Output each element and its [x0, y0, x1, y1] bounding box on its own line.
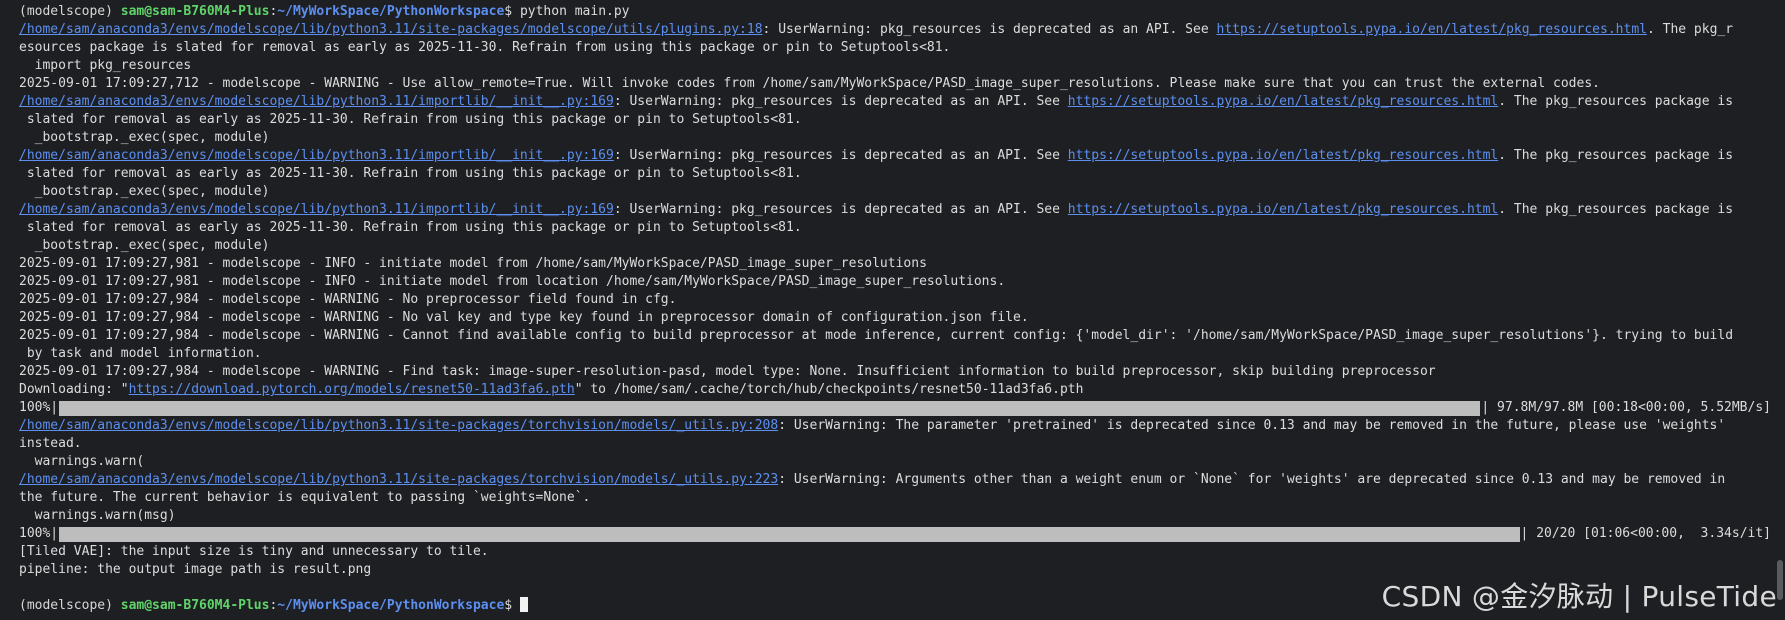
file-link[interactable]: /home/sam/anaconda3/envs/modelscope/lib/…: [19, 148, 614, 163]
output-line: /home/sam/anaconda3/envs/modelscope/lib/…: [19, 21, 1771, 39]
output-line: 2025-09-01 17:09:27,984 - modelscope - W…: [19, 292, 677, 307]
url-link[interactable]: https://setuptools.pypa.io/en/latest/pkg…: [1217, 22, 1647, 37]
file-link[interactable]: /home/sam/anaconda3/envs/modelscope/lib/…: [19, 94, 614, 109]
output-text: . The pkg_resources package is: [1498, 148, 1734, 163]
output-text: : UserWarning: Arguments other than a we…: [778, 472, 1726, 487]
output-line: [Tiled VAE]: the input size is tiny and …: [19, 544, 489, 559]
output-text: : UserWarning: The parameter 'pretrained…: [778, 418, 1726, 433]
output-line: /home/sam/anaconda3/envs/modelscope/lib/…: [19, 93, 1771, 111]
prompt-user: sam@sam-B760M4-Plus: [120, 598, 270, 613]
output-text: : UserWarning: pkg_resources is deprecat…: [613, 202, 1068, 217]
output-text: . The pkg_resources package is: [1498, 94, 1734, 109]
output-line: slated for removal as early as 2025-11-3…: [19, 166, 802, 181]
output-line: warnings.warn(msg): [19, 508, 176, 523]
output-line: instead.: [19, 436, 82, 451]
progress-fill: [59, 400, 1481, 416]
output-line: /home/sam/anaconda3/envs/modelscope/lib/…: [19, 417, 1771, 435]
progress-line: 100%| | 20/20 [01:06<00:00, 3.34s/it]: [19, 525, 1771, 543]
output-line: Downloading: "https://download.pytorch.o…: [19, 381, 1771, 399]
file-link[interactable]: /home/sam/anaconda3/envs/modelscope/lib/…: [19, 418, 778, 433]
prompt-env: (modelscope): [19, 4, 121, 19]
output-line: warnings.warn(: [19, 454, 145, 469]
output-line: by task and model information.: [19, 346, 262, 361]
text-cursor: [519, 597, 528, 612]
output-line: pipeline: the output image path is resul…: [19, 562, 372, 577]
progress-stats: | 20/20 [01:06<00:00, 3.34s/it]: [1520, 526, 1771, 541]
file-link[interactable]: /home/sam/anaconda3/envs/modelscope/lib/…: [19, 22, 763, 37]
progress-bar: [59, 526, 1520, 542]
prompt-path: ~/MyWorkSpace/PythonWorkspace: [277, 4, 505, 19]
progress-line: 100%| | 97.8M/97.8M [00:18<00:00, 5.52MB/…: [19, 399, 1771, 417]
output-line: slated for removal as early as 2025-11-3…: [19, 112, 802, 127]
output-line: import pkg_resources: [19, 58, 192, 73]
output-line: slated for removal as early as 2025-11-3…: [19, 220, 802, 235]
output-line: 2025-09-01 17:09:27,981 - modelscope - I…: [19, 274, 1006, 289]
output-line: _bootstrap._exec(spec, module): [19, 238, 270, 253]
watermark: CSDN @金汐脉动 | PulseTide: [1381, 580, 1777, 613]
url-link[interactable]: https://setuptools.pypa.io/en/latest/pkg…: [1068, 202, 1498, 217]
prompt-line: (modelscope) sam@sam-B760M4-Plus:~/MyWor…: [19, 3, 1771, 21]
progress-fill: [59, 526, 1520, 542]
output-text: : UserWarning: pkg_resources is deprecat…: [762, 22, 1217, 37]
output-text: : UserWarning: pkg_resources is deprecat…: [613, 94, 1068, 109]
prompt-user: sam@sam-B760M4-Plus: [120, 4, 270, 19]
progress-label: 100%|: [19, 526, 59, 541]
output-line: /home/sam/anaconda3/envs/modelscope/lib/…: [19, 201, 1771, 219]
progress-stats: | 97.8M/97.8M [00:18<00:00, 5.52MB/s]: [1481, 400, 1771, 415]
terminal-output[interactable]: (modelscope) sam@sam-B760M4-Plus:~/MyWor…: [19, 3, 1771, 615]
file-link[interactable]: /home/sam/anaconda3/envs/modelscope/lib/…: [19, 202, 614, 217]
output-text: . The pkg_r: [1646, 22, 1734, 37]
output-line: 2025-09-01 17:09:27,981 - modelscope - I…: [19, 256, 927, 271]
output-text: Downloading: ": [19, 382, 129, 397]
command-text: python main.py: [519, 4, 630, 19]
output-line: 2025-09-01 17:09:27,984 - modelscope - W…: [19, 364, 1436, 379]
progress-label: 100%|: [19, 400, 59, 415]
url-link[interactable]: https://setuptools.pypa.io/en/latest/pkg…: [1068, 148, 1498, 163]
output-text: : UserWarning: pkg_resources is deprecat…: [613, 148, 1068, 163]
output-line: 2025-09-01 17:09:27,984 - modelscope - W…: [19, 310, 1029, 325]
output-text: " to /home/sam/.cache/torch/hub/checkpoi…: [574, 382, 1084, 397]
output-line: _bootstrap._exec(spec, module): [19, 184, 270, 199]
progress-bar: [59, 400, 1481, 416]
output-line: /home/sam/anaconda3/envs/modelscope/lib/…: [19, 471, 1771, 489]
prompt-dollar: $: [504, 4, 520, 19]
url-link[interactable]: https://download.pytorch.org/models/resn…: [129, 382, 575, 397]
output-text: . The pkg_resources package is: [1498, 202, 1734, 217]
prompt-path: ~/MyWorkSpace/PythonWorkspace: [277, 598, 505, 613]
prompt-env: (modelscope): [19, 598, 121, 613]
output-line: 2025-09-01 17:09:27,712 - modelscope - W…: [19, 76, 1600, 91]
file-link[interactable]: /home/sam/anaconda3/envs/modelscope/lib/…: [19, 472, 778, 487]
url-link[interactable]: https://setuptools.pypa.io/en/latest/pkg…: [1068, 94, 1498, 109]
output-line: 2025-09-01 17:09:27,984 - modelscope - W…: [19, 328, 1734, 343]
output-line: _bootstrap._exec(spec, module): [19, 130, 270, 145]
terminal-scrollbar[interactable]: [1777, 560, 1783, 600]
output-line: esources package is slated for removal a…: [19, 40, 951, 55]
output-line: the future. The current behavior is equi…: [19, 490, 591, 505]
output-line: /home/sam/anaconda3/envs/modelscope/lib/…: [19, 147, 1771, 165]
prompt-dollar: $: [504, 598, 520, 613]
